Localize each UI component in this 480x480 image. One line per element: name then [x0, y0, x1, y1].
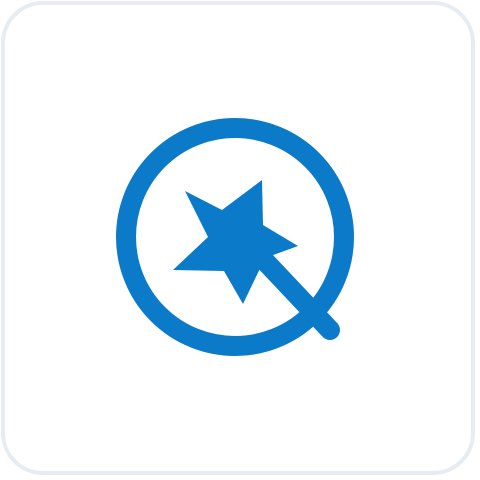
app-logo [0, 0, 480, 480]
magnifier-magic-wand-icon [116, 118, 354, 356]
